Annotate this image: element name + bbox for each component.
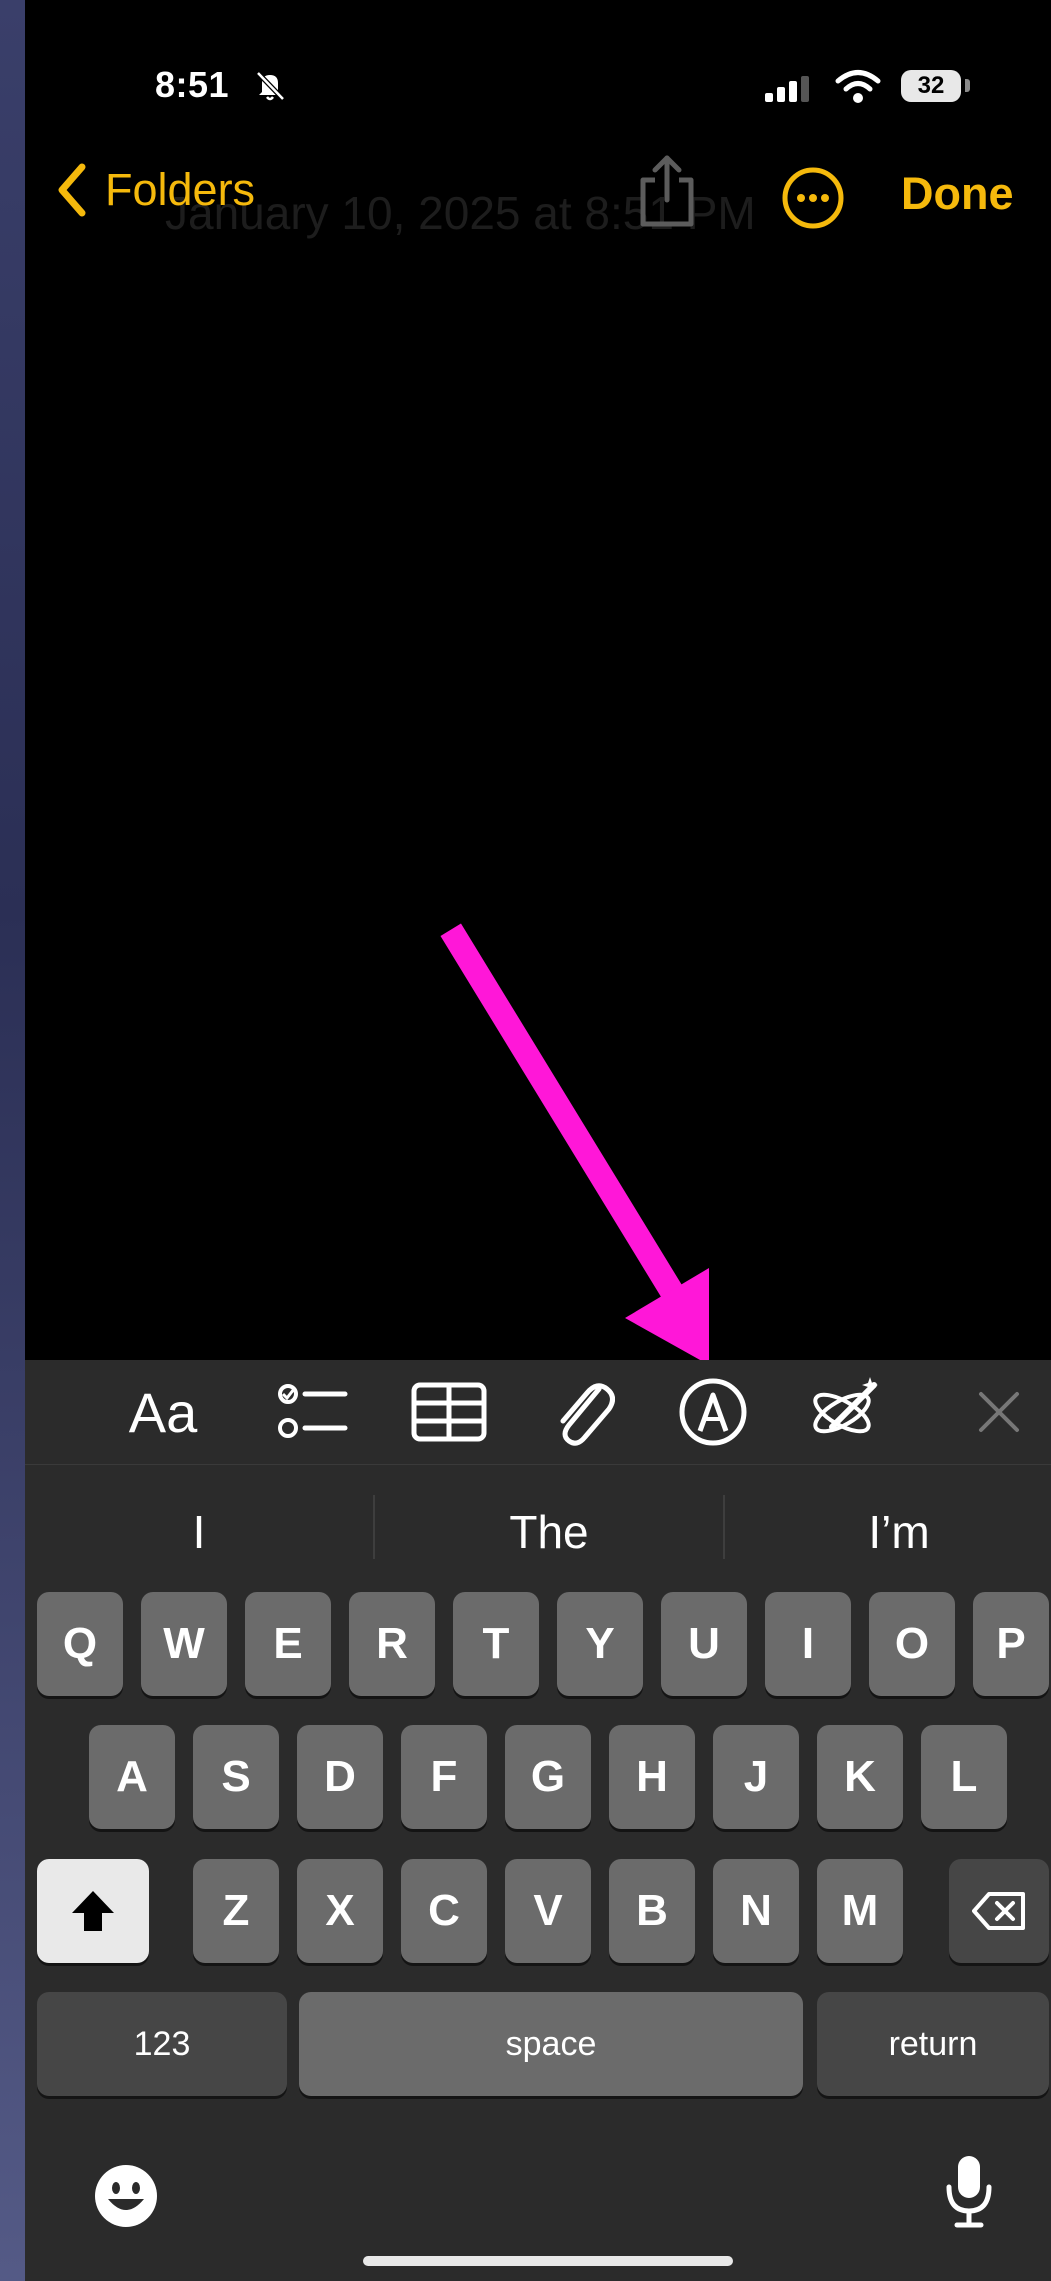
- keyboard: I The I’m Q W E R T Y U I O P A S D F G …: [25, 1465, 1051, 2281]
- markup-icon: [679, 1378, 747, 1446]
- space-key[interactable]: space: [299, 1992, 803, 2096]
- key-p[interactable]: P: [973, 1592, 1049, 1696]
- suggestion-1[interactable]: I: [49, 1505, 349, 1559]
- annotation-arrow: [440, 923, 709, 1365]
- key-u[interactable]: U: [661, 1592, 747, 1696]
- numbers-key[interactable]: 123: [37, 1992, 287, 2096]
- key-e[interactable]: E: [245, 1592, 331, 1696]
- suggestion-divider: [723, 1495, 725, 1559]
- delete-icon: [972, 1892, 1025, 1930]
- attachment-button[interactable]: [523, 1360, 643, 1464]
- suggestion-divider: [373, 1495, 375, 1559]
- key-s[interactable]: S: [193, 1725, 279, 1829]
- writing-tools-icon: [813, 1377, 878, 1434]
- home-indicator[interactable]: [363, 2256, 733, 2266]
- key-f[interactable]: F: [401, 1725, 487, 1829]
- key-l[interactable]: L: [921, 1725, 1007, 1829]
- key-q[interactable]: Q: [37, 1592, 123, 1696]
- key-o[interactable]: O: [869, 1592, 955, 1696]
- key-j[interactable]: J: [713, 1725, 799, 1829]
- format-button[interactable]: Aa: [103, 1360, 223, 1464]
- format-label: Aa: [128, 1380, 198, 1444]
- key-r[interactable]: R: [349, 1592, 435, 1696]
- format-toolbar: Aa: [25, 1360, 1051, 1465]
- key-x[interactable]: X: [297, 1859, 383, 1963]
- shift-key[interactable]: [37, 1859, 149, 1963]
- delete-key[interactable]: [949, 1859, 1049, 1963]
- attachment-icon: [560, 1383, 615, 1446]
- key-w[interactable]: W: [141, 1592, 227, 1696]
- key-a[interactable]: A: [89, 1725, 175, 1829]
- key-t[interactable]: T: [453, 1592, 539, 1696]
- key-n[interactable]: N: [713, 1859, 799, 1963]
- close-toolbar-button[interactable]: [949, 1360, 1049, 1464]
- shift-icon: [72, 1891, 114, 1931]
- key-i[interactable]: I: [765, 1592, 851, 1696]
- key-d[interactable]: D: [297, 1725, 383, 1829]
- key-z[interactable]: Z: [193, 1859, 279, 1963]
- key-v[interactable]: V: [505, 1859, 591, 1963]
- key-m[interactable]: M: [817, 1859, 903, 1963]
- emoji-icon[interactable]: [93, 2163, 159, 2229]
- key-c[interactable]: C: [401, 1859, 487, 1963]
- markup-button[interactable]: [653, 1360, 773, 1464]
- close-icon: [979, 1392, 1019, 1432]
- notes-screen: 8:51 32 January 10, 2025 at 8:51 PM Fold…: [25, 0, 1051, 2281]
- key-h[interactable]: H: [609, 1725, 695, 1829]
- key-y[interactable]: Y: [557, 1592, 643, 1696]
- suggestion-2[interactable]: The: [399, 1505, 699, 1559]
- table-icon: [411, 1382, 487, 1442]
- checklist-icon: [278, 1384, 348, 1438]
- checklist-button[interactable]: [253, 1360, 373, 1464]
- microphone-icon[interactable]: [943, 2153, 995, 2229]
- suggestion-3[interactable]: I’m: [749, 1505, 1049, 1559]
- writing-tools-button[interactable]: [785, 1360, 905, 1464]
- key-b[interactable]: B: [609, 1859, 695, 1963]
- return-key[interactable]: return: [817, 1992, 1049, 2096]
- key-g[interactable]: G: [505, 1725, 591, 1829]
- key-k[interactable]: K: [817, 1725, 903, 1829]
- table-button[interactable]: [389, 1360, 509, 1464]
